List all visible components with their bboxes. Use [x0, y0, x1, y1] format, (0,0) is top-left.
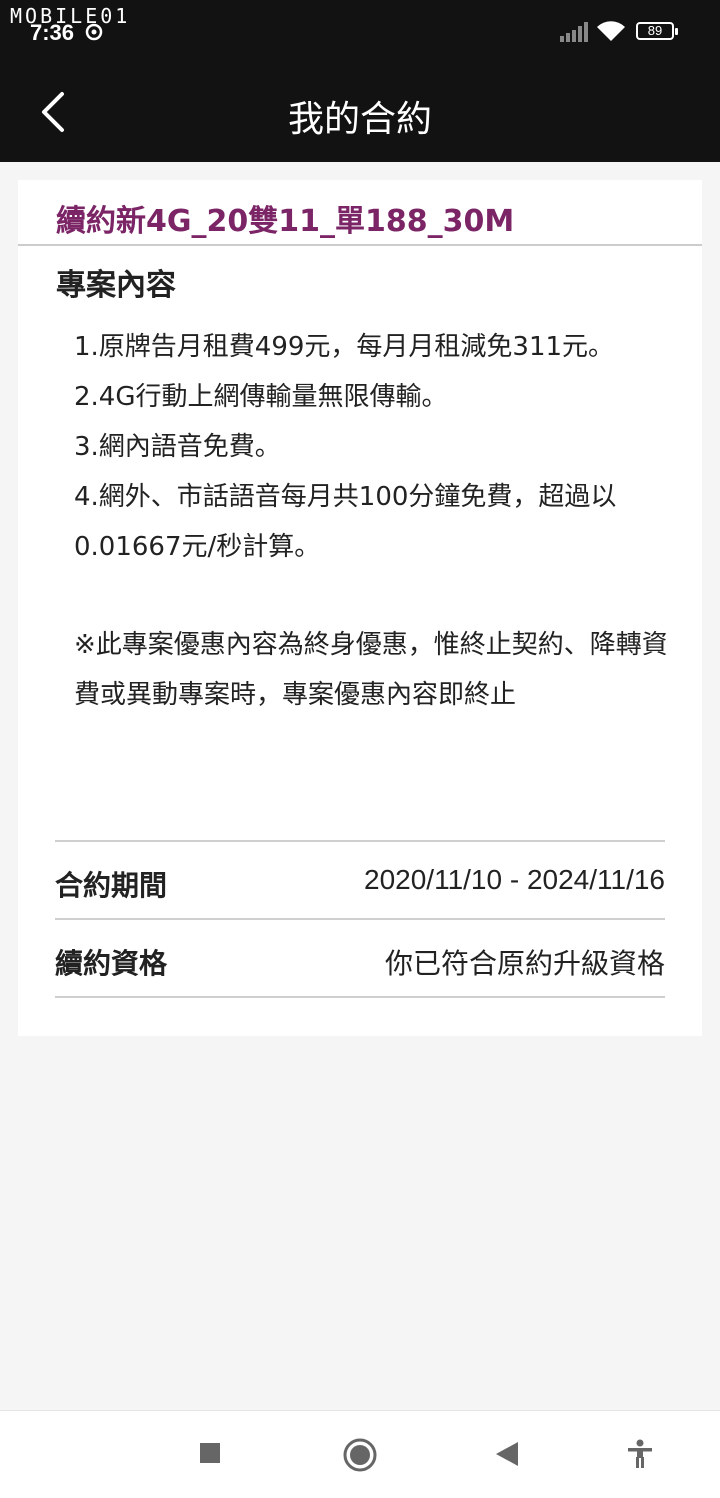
content-line: 2.4G行動上網傳輸量無限傳輸。	[74, 382, 448, 412]
back-triangle-icon	[496, 1442, 518, 1466]
status-time: 7:36	[30, 20, 75, 45]
contract-card: 續約新4G_20雙11_單188_30M 專案內容 1.原牌告月租費499元，每…	[18, 180, 702, 1036]
content-line: 1.原牌告月租費499元，每月月租減免311元。	[74, 332, 615, 362]
divider	[18, 244, 702, 246]
plan-notice: ※此專案優惠內容為終身優惠，惟終止契約、降轉資費或異動專案時，專案優惠內容即終止	[74, 630, 668, 710]
renewal-eligibility-label: 續約資格	[55, 947, 168, 980]
contract-period-row: 合約期間 2020/11/10 - 2024/11/16	[55, 840, 665, 918]
system-nav-bar	[0, 1410, 720, 1498]
back-nav-button[interactable]	[494, 1441, 520, 1471]
home-button[interactable]	[342, 1437, 378, 1477]
plan-content: 1.原牌告月租費499元，每月月租減免311元。 2.4G行動上網傳輸量無限傳輸…	[74, 322, 674, 720]
recents-button[interactable]	[198, 1441, 222, 1469]
wifi-icon	[597, 21, 625, 41]
contract-period-label: 合約期間	[55, 869, 168, 902]
square-icon	[200, 1443, 220, 1463]
divider	[55, 996, 665, 998]
page-title: 我的合約	[287, 99, 432, 140]
home-circle-icon	[343, 1438, 377, 1472]
accessibility-icon	[628, 1439, 652, 1468]
section-title: 專案內容	[56, 268, 176, 303]
contract-period-value: 2020/11/10 - 2024/11/16	[364, 864, 665, 895]
status-bar: MOBILE01 7:36 89	[0, 0, 720, 62]
content-line: 4.網外、市話語音每月共100分鐘免費，超過以0.01667元/秒計算。	[74, 482, 617, 562]
plan-name: 續約新4G_20雙11_單188_30M	[56, 204, 515, 239]
renewal-eligibility-value: 你已符合原約升級資格	[384, 948, 665, 979]
gear-icon	[85, 23, 103, 41]
renewal-eligibility-row: 續約資格 你已符合原約升級資格	[55, 918, 665, 996]
app-bar: 我的合約	[0, 62, 720, 162]
content-line: 3.網內語音免費。	[74, 432, 281, 462]
accessibility-button[interactable]	[626, 1439, 654, 1473]
battery-indicator: 89	[636, 22, 678, 40]
signal-icon	[560, 22, 588, 42]
